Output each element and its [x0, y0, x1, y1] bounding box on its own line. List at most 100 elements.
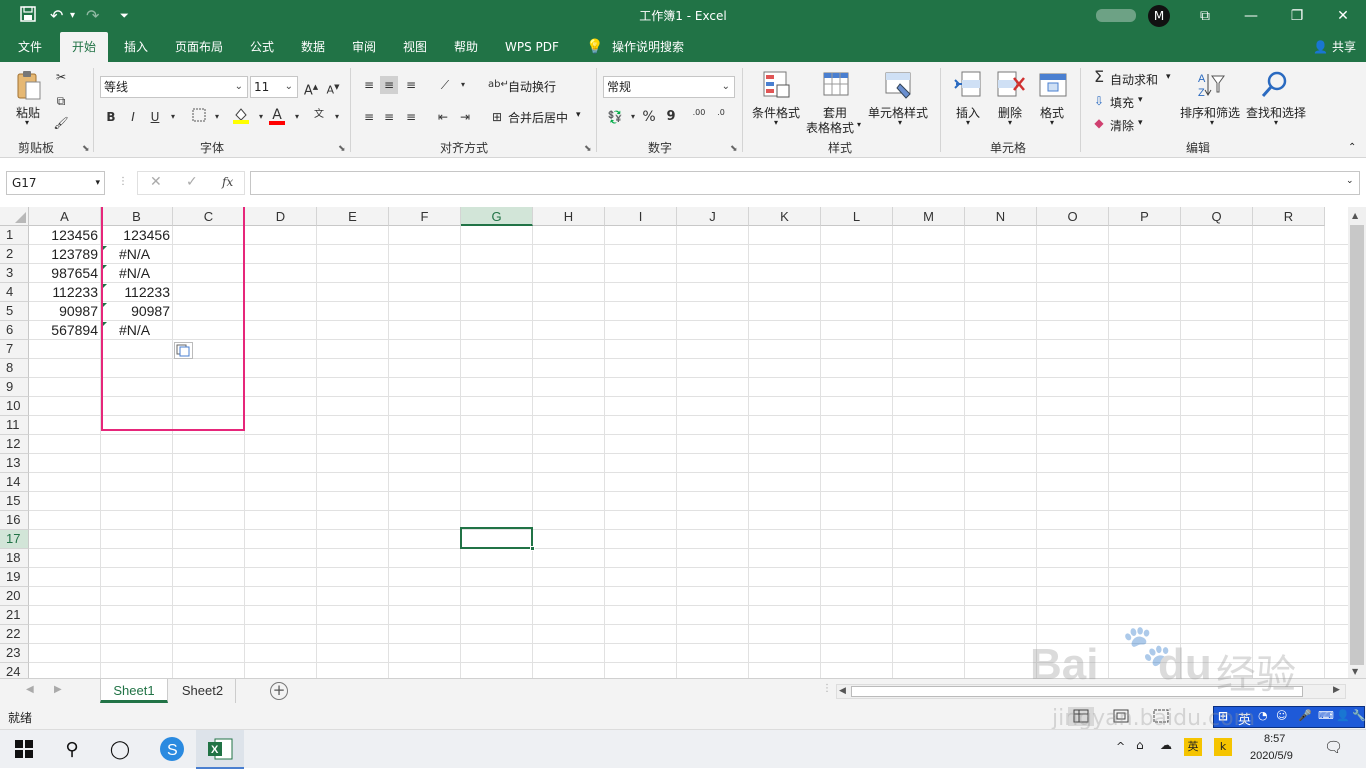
next-sheet-icon[interactable]: ▶ — [54, 684, 62, 695]
insert-dropdown-icon[interactable]: ▾ — [966, 118, 970, 127]
row-header-3[interactable]: 3 — [0, 264, 29, 283]
align-center-icon[interactable]: ≡ — [380, 108, 398, 126]
merge-dropdown-icon[interactable]: ▾ — [576, 110, 581, 120]
close-button[interactable]: ✕ — [1320, 4, 1366, 28]
bold-button[interactable]: B — [102, 108, 120, 126]
increase-decimal-button[interactable]: .00 — [690, 108, 708, 126]
wrap-text-button[interactable]: 自动换行 — [508, 78, 556, 95]
column-header-n[interactable]: N — [965, 207, 1037, 226]
tab-view[interactable]: 视图 — [401, 32, 429, 62]
autosum-button[interactable]: 自动求和 — [1110, 71, 1158, 88]
paste-dropdown-icon[interactable]: ▾ — [25, 118, 29, 127]
decrease-font-size-button[interactable]: A▼ — [324, 78, 342, 97]
task-view-icon[interactable]: ◯ — [96, 730, 144, 769]
enter-icon[interactable]: ✓ — [186, 174, 198, 190]
eraser-icon[interactable]: ◆ — [1090, 114, 1108, 132]
underline-button[interactable]: U — [146, 108, 164, 126]
format-cells-icon[interactable] — [1038, 70, 1068, 100]
column-header-a[interactable]: A — [29, 207, 101, 226]
row-header-8[interactable]: 8 — [0, 359, 29, 378]
format-table-label-2[interactable]: 表格格式 — [806, 119, 854, 136]
conditional-formatting-icon[interactable] — [762, 70, 792, 100]
fill-color-icon[interactable] — [232, 106, 250, 124]
ime-voice-icon[interactable]: 🎤 — [1298, 709, 1312, 722]
format-dropdown-icon[interactable]: ▾ — [1050, 118, 1054, 127]
paste-icon[interactable] — [14, 70, 44, 100]
dialog-launcher-icon[interactable]: ⬊ — [730, 144, 738, 154]
decrease-indent-icon[interactable]: ⇤ — [434, 108, 452, 126]
currency-icon[interactable]: 💱 — [606, 108, 624, 126]
clear-dropdown-icon[interactable]: ▾ — [1138, 118, 1143, 128]
tab-home[interactable]: 开始 — [60, 32, 109, 62]
row-header-2[interactable]: 2 — [0, 245, 29, 264]
sort-filter-icon[interactable]: AZ — [1196, 70, 1226, 100]
cell-a1[interactable]: 123456 — [29, 226, 100, 245]
align-bottom-icon[interactable]: ≡ — [402, 76, 420, 94]
row-header-16[interactable]: 16 — [0, 511, 29, 530]
clock-time[interactable]: 8:57 — [1264, 733, 1285, 745]
align-top-icon[interactable]: ≡ — [360, 76, 378, 94]
search-icon[interactable]: ⚲ — [48, 730, 96, 769]
column-header-d[interactable]: D — [245, 207, 317, 226]
h-scroll-thumb[interactable] — [851, 686, 1303, 697]
share-button[interactable]: 👤 共享 — [1313, 32, 1356, 62]
tab-wps-pdf[interactable]: WPS PDF — [503, 32, 561, 62]
tab-page-layout[interactable]: 页面布局 — [173, 32, 225, 62]
column-header-i[interactable]: I — [605, 207, 677, 226]
cloud-icon[interactable]: ☁ — [1160, 738, 1172, 752]
comma-style-button[interactable]: 9 — [662, 108, 680, 126]
row-header-23[interactable]: 23 — [0, 644, 29, 663]
row-header-7[interactable]: 7 — [0, 340, 29, 359]
row-header-24[interactable]: 24 — [0, 663, 29, 678]
selected-cell[interactable] — [460, 527, 533, 549]
row-header-17[interactable]: 17 — [0, 530, 29, 549]
row-header-21[interactable]: 21 — [0, 606, 29, 625]
font-color-dropdown-icon[interactable]: ▾ — [288, 108, 306, 126]
scroll-thumb[interactable] — [1350, 225, 1364, 665]
dialog-launcher-icon[interactable]: ⬊ — [338, 144, 346, 154]
fill-handle[interactable] — [530, 546, 535, 551]
row-header-15[interactable]: 15 — [0, 492, 29, 511]
prev-sheet-icon[interactable]: ◀ — [26, 684, 34, 695]
cell-a5[interactable]: 90987 — [29, 302, 100, 321]
column-header-m[interactable]: M — [893, 207, 965, 226]
name-box[interactable]: G17 ▾ — [6, 171, 105, 195]
ime-punct-icon[interactable]: ◔ — [1258, 709, 1268, 722]
tab-review[interactable]: 审阅 — [350, 32, 378, 62]
format-as-table-icon[interactable] — [822, 70, 852, 100]
notifications-icon[interactable]: 🗨 — [1324, 738, 1343, 756]
column-header-p[interactable]: P — [1109, 207, 1181, 226]
font-name-select[interactable]: 等线 ⌄ — [100, 76, 248, 98]
row-header-1[interactable]: 1 — [0, 226, 29, 245]
decrease-decimal-button[interactable]: .0 — [712, 108, 730, 126]
column-header-j[interactable]: J — [677, 207, 749, 226]
scroll-right-icon[interactable]: ▶ — [1333, 685, 1340, 695]
row-header-5[interactable]: 5 — [0, 302, 29, 321]
increase-font-size-button[interactable]: A▲ — [302, 78, 320, 98]
tab-formulas[interactable]: 公式 — [248, 32, 276, 62]
row-header-14[interactable]: 14 — [0, 473, 29, 492]
cut-icon[interactable]: ✂ — [52, 68, 70, 86]
autosum-icon[interactable]: Σ — [1090, 68, 1108, 86]
expand-formula-bar-icon[interactable]: ⌄ — [1346, 176, 1354, 186]
merge-center-icon[interactable]: ⊞ — [488, 108, 506, 126]
insert-function-button[interactable]: fx — [222, 175, 233, 189]
cancel-icon[interactable]: ✕ — [150, 174, 162, 190]
delete-dropdown-icon[interactable]: ▾ — [1008, 118, 1012, 127]
font-color-button[interactable]: A — [268, 106, 286, 125]
align-left-icon[interactable]: ≡ — [360, 108, 378, 126]
table-dropdown-icon[interactable]: ▾ — [857, 120, 861, 129]
collapse-ribbon-icon[interactable]: ⌃ — [1348, 142, 1356, 153]
tell-me-search[interactable]: 操作说明搜索 — [610, 32, 686, 62]
find-dropdown-icon[interactable]: ▾ — [1274, 118, 1278, 127]
ime-user-icon[interactable]: 👤 — [1336, 709, 1350, 722]
column-header-r[interactable]: R — [1253, 207, 1325, 226]
phonetic-dropdown-icon[interactable]: ▾ — [328, 108, 346, 126]
align-right-icon[interactable]: ≡ — [402, 108, 420, 126]
cell-a4[interactable]: 112233 — [29, 283, 100, 302]
borders-icon[interactable] — [190, 108, 208, 126]
insert-cells-icon[interactable] — [954, 70, 984, 100]
worksheet-grid[interactable]: ABCDEFGHIJKLMNOPQR 1 2 3 4 5 6 7 8 9 10 11 12 13 14 15… — [0, 207, 1348, 678]
cond-dropdown-icon[interactable]: ▾ — [774, 118, 778, 127]
orientation-icon[interactable]: ⟋ — [436, 76, 454, 94]
